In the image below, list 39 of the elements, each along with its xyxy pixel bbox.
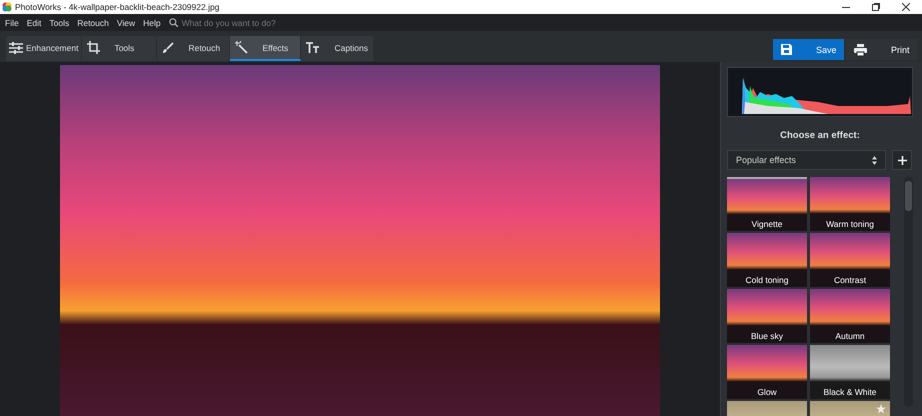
effect-thumbnail[interactable]: Warm toning bbox=[810, 177, 890, 231]
effect-thumbnail[interactable]: Contrast bbox=[810, 233, 890, 287]
effect-thumbnail[interactable]: Blue sky bbox=[727, 289, 807, 343]
effect-thumbnail[interactable]: Black & White bbox=[810, 345, 890, 399]
close-icon[interactable] bbox=[902, 3, 910, 11]
search-icon bbox=[168, 18, 178, 27]
scrollbar[interactable] bbox=[904, 177, 913, 407]
menu-item[interactable]: Tools bbox=[49, 18, 70, 28]
menu-item[interactable]: View bbox=[116, 18, 136, 28]
effects-dropdown[interactable]: Popular effects bbox=[727, 150, 886, 170]
effect-thumbnail[interactable]: Glow bbox=[727, 345, 807, 399]
search-field[interactable]: What do you want to do? bbox=[182, 18, 276, 28]
effect-thumbnail[interactable]: Vignette bbox=[727, 177, 807, 231]
tab[interactable]: Enhancement bbox=[6, 36, 82, 61]
tab[interactable]: Captions bbox=[301, 36, 374, 61]
crop-icon bbox=[87, 41, 100, 54]
spinner-arrows-icon bbox=[872, 156, 877, 164]
app-logo-icon bbox=[2, 2, 12, 12]
action-button[interactable]: Save bbox=[773, 39, 844, 60]
menu-item[interactable]: Retouch bbox=[77, 18, 109, 28]
brush-icon bbox=[162, 42, 174, 54]
printer-icon bbox=[854, 44, 867, 56]
tab[interactable]: Tools bbox=[82, 36, 158, 61]
window-title: PhotoWorks - 4k-wallpaper-backlit-beach-2309922.jpg bbox=[15, 2, 220, 12]
menu-item[interactable]: Edit bbox=[26, 18, 42, 28]
add-button[interactable] bbox=[892, 150, 912, 170]
action-button[interactable]: Print bbox=[846, 39, 917, 60]
tab[interactable]: Effects bbox=[230, 36, 302, 61]
panel-heading: Choose an effect: bbox=[779, 130, 861, 141]
effect-thumbnail[interactable]: Cold toning bbox=[727, 233, 807, 287]
text-icon bbox=[306, 42, 320, 53]
plus-icon bbox=[898, 156, 906, 164]
effect-thumbnail[interactable]: Autumn bbox=[810, 289, 890, 343]
menu-item[interactable]: File bbox=[5, 18, 19, 28]
restore-icon[interactable] bbox=[872, 3, 880, 11]
magic-wand-icon bbox=[235, 41, 248, 54]
minimize-icon[interactable] bbox=[842, 6, 850, 8]
sliders-icon bbox=[9, 42, 23, 54]
menu-item[interactable]: Help bbox=[143, 18, 161, 28]
